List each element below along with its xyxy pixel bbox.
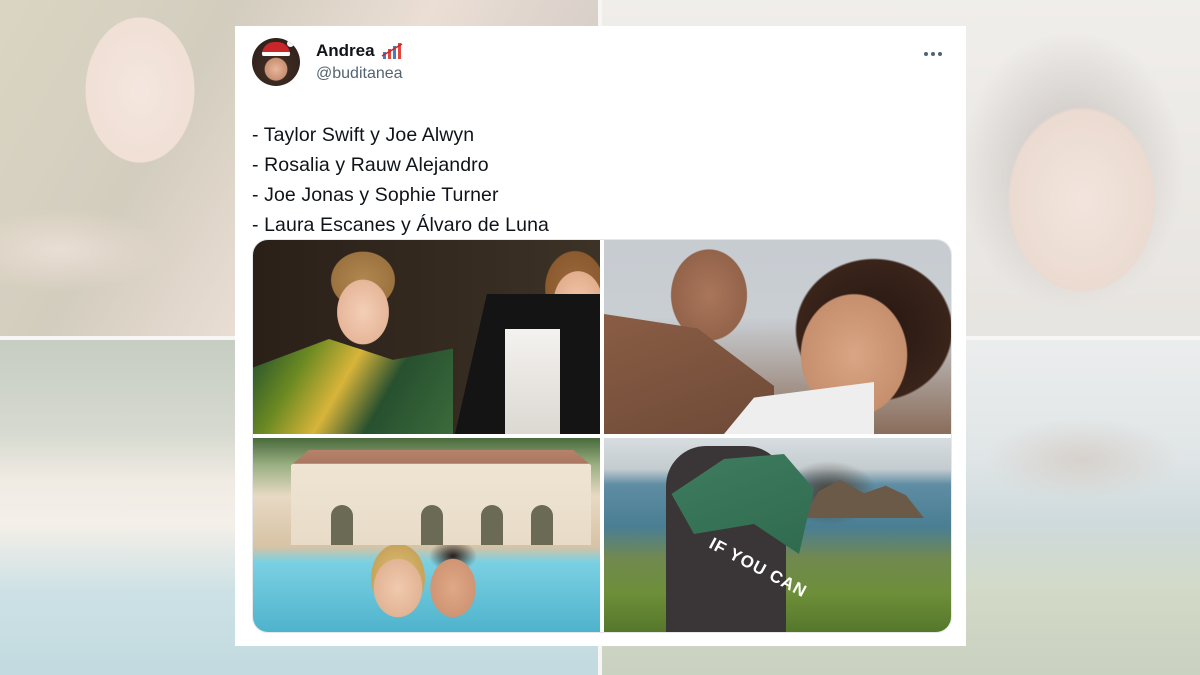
chart-emoji-icon [381,43,402,59]
tweet-header: Andrea @buditanea [252,38,950,88]
photo-rosalia-rauw-alejandro[interactable] [604,240,951,434]
photo-taylor-swift-joe-alwyn[interactable] [253,240,600,434]
author-names: Andrea @buditanea [316,41,403,85]
photo-laura-escanes-alvaro-de-luna[interactable]: IF YOU CAN [604,438,951,632]
more-horizontal-icon [924,52,942,56]
media-grid: IF YOU CAN [252,239,952,633]
handle[interactable]: @buditanea [316,63,403,85]
tweet-line: - Rosalia y Rauw Alejandro [252,154,489,176]
santa-hat-icon [262,40,294,56]
photo-joe-jonas-sophie-turner[interactable] [253,438,600,632]
display-name-row[interactable]: Andrea [316,41,403,61]
avatar[interactable] [252,38,300,86]
rock-shape [804,480,924,518]
shirt-shape [505,329,560,434]
tweet-line: - Laura Escanes y Álvaro de Luna [252,214,549,236]
tweet-text: - Taylor Swift y Joe Alwyn - Rosalia y R… [252,120,950,240]
display-name[interactable]: Andrea [316,41,375,61]
more-options-button[interactable] [920,44,946,64]
tweet-card: Andrea @buditanea - Taylor Swift y Joe A… [235,26,966,646]
tweet-line: - Joe Jonas y Sophie Turner [252,184,499,206]
tweet-line: - Taylor Swift y Joe Alwyn [252,124,475,146]
building-shape [291,450,591,545]
dress-shape [253,339,453,434]
